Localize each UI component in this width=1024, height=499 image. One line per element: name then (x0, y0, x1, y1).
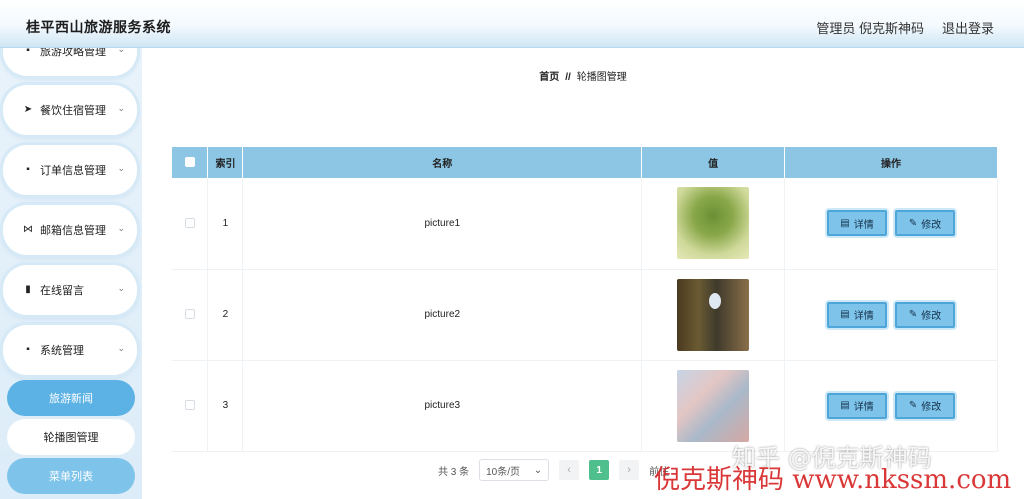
breadcrumb-home[interactable]: 首页 (539, 72, 559, 83)
breadcrumb-current: 轮播图管理 (576, 72, 627, 83)
chevron-right-icon: › (627, 464, 631, 476)
carousel-image-thumbnail[interactable] (677, 187, 750, 260)
sidebar-item-label: 订单信息管理 (40, 165, 106, 177)
row-select-cell (172, 360, 209, 452)
send-icon: ➤ (23, 104, 33, 115)
grid-icon: ▪ (26, 344, 30, 355)
bowtie-icon: ⋈ (23, 224, 33, 235)
sidebar-sub-carousel[interactable]: 轮播图管理 (7, 419, 135, 455)
document-icon: ▤ (840, 309, 850, 320)
sidebar-item-dining-lodging[interactable]: ➤ 餐饮住宿管理 ⌄ (3, 85, 137, 135)
detail-button[interactable]: ▤ 详情 (827, 301, 888, 328)
chevron-down-icon: ⌄ (117, 223, 125, 233)
edit-button-label: 修改 (921, 219, 942, 231)
logout-link[interactable]: 退出登录 (942, 18, 994, 37)
row-value (641, 269, 786, 361)
col-ops: 操作 (784, 147, 998, 178)
row-name: picture3 (242, 360, 643, 452)
grid-icon: ▪ (26, 164, 30, 175)
col-value: 值 (641, 147, 786, 178)
row-checkbox[interactable] (184, 309, 195, 320)
row-name: picture2 (242, 269, 643, 361)
sidebar-item-travel-guide[interactable]: ▪ 旅游攻略管理 ⌄ (3, 48, 137, 76)
row-index: 3 (207, 360, 244, 452)
sidebar-item-label: 旅游攻略管理 (40, 48, 106, 58)
page-number-button[interactable]: 1 (589, 460, 610, 480)
table-header-row: 索引 名称 值 操作 (172, 147, 998, 178)
current-user-label: 管理员 倪克斯神码 (816, 21, 924, 36)
pencil-icon: ✎ (908, 400, 918, 411)
breadcrumb-separator: // (565, 72, 571, 83)
sidebar-item-system[interactable]: ▪ 系统管理 ⌄ (3, 325, 137, 375)
breadcrumb: 首页 // 轮播图管理 (142, 68, 1024, 83)
pencil-icon: ✎ (908, 309, 918, 320)
pagination-total: 共 3 条 (438, 466, 470, 478)
document-icon: ▤ (840, 217, 850, 229)
detail-button-label: 详情 (853, 402, 874, 413)
row-index: 1 (207, 178, 244, 270)
detail-button[interactable]: ▤ 详情 (827, 210, 888, 237)
page-size-value: 10条/页 (486, 466, 521, 478)
edit-button[interactable]: ✎ 修改 (895, 301, 956, 328)
sidebar-sub-travel-news[interactable]: 旅游新闻 (7, 380, 135, 416)
app-title: 桂平西山旅游服务系统 (26, 19, 171, 35)
edit-button[interactable]: ✎ 修改 (895, 392, 956, 419)
row-checkbox[interactable] (184, 218, 195, 229)
sidebar-item-label: 系统管理 (40, 345, 84, 357)
site-watermark: 倪克斯神码 www.nkssm.com (654, 465, 1012, 495)
table-row: 2 picture2 ▤ 详情 ✎ 修改 (172, 269, 998, 361)
chevron-down-icon: ⌄ (117, 163, 125, 173)
chevron-down-icon: ⌄ (533, 464, 543, 476)
clipboard-icon: ▮ (25, 284, 31, 295)
carousel-image-thumbnail[interactable] (677, 278, 750, 351)
document-icon: ▤ (840, 400, 850, 411)
edit-button-label: 修改 (921, 402, 942, 413)
sidebar-item-label: 邮箱信息管理 (40, 225, 106, 237)
header-user-area: 管理员 倪克斯神码 退出登录 (816, 18, 994, 37)
chevron-down-icon: ⌄ (117, 103, 125, 113)
row-index: 2 (207, 269, 244, 361)
sidebar-item-mailbox[interactable]: ⋈ 邮箱信息管理 ⌄ (3, 205, 137, 255)
sidebar-item-orders[interactable]: ▪ 订单信息管理 ⌄ (3, 145, 137, 195)
sidebar-item-messages[interactable]: ▮ 在线留言 ⌄ (3, 265, 137, 315)
row-name: picture1 (242, 178, 643, 270)
select-all-cell (172, 147, 209, 178)
next-page-button[interactable]: › (619, 460, 640, 480)
page-size-select[interactable]: 10条/页 ⌄ (479, 459, 550, 481)
col-index: 索引 (207, 147, 244, 178)
edit-button[interactable]: ✎ 修改 (895, 210, 956, 237)
main-content: 首页//轮播图管理 索引 名称 值 操作 1 picture1 ▤ 详情 ✎ 修改 (142, 48, 1024, 499)
row-select-cell (172, 178, 209, 270)
top-header: 桂平西山旅游服务系统 管理员 倪克斯神码 退出登录 (0, 0, 1024, 48)
chevron-down-icon: ⌄ (117, 343, 125, 353)
chevron-down-icon: ⌄ (117, 283, 125, 293)
detail-button[interactable]: ▤ 详情 (827, 392, 888, 419)
sidebar-item-label: 在线留言 (40, 285, 84, 297)
row-value (641, 178, 786, 270)
pencil-icon: ✎ (908, 217, 918, 229)
sidebar: ▪ 旅游攻略管理 ⌄ ➤ 餐饮住宿管理 ⌄ ▪ 订单信息管理 ⌄ ⋈ 邮箱信息管… (0, 48, 142, 499)
detail-button-label: 详情 (853, 219, 874, 231)
pagination: 共 3 条 10条/页 ⌄ ‹ 1 › 前往 (438, 459, 669, 481)
carousel-image-thumbnail[interactable] (677, 369, 750, 442)
select-all-checkbox[interactable] (184, 157, 195, 168)
col-name: 名称 (242, 147, 643, 178)
row-select-cell (172, 269, 209, 361)
row-ops: ▤ 详情 ✎ 修改 (784, 178, 998, 270)
table-row: 1 picture1 ▤ 详情 ✎ 修改 (172, 178, 998, 270)
detail-button-label: 详情 (853, 311, 874, 322)
edit-button-label: 修改 (921, 311, 942, 322)
grid-icon: ▪ (26, 48, 30, 56)
chevron-down-icon: ⌄ (117, 48, 125, 54)
chevron-left-icon: ‹ (567, 464, 571, 476)
row-checkbox[interactable] (184, 400, 195, 411)
sidebar-sub-menu-list[interactable]: 菜单列表 (7, 458, 135, 494)
prev-page-button[interactable]: ‹ (559, 460, 580, 480)
row-ops: ▤ 详情 ✎ 修改 (784, 269, 998, 361)
carousel-table: 索引 名称 值 操作 1 picture1 ▤ 详情 ✎ 修改 2 picture2 (172, 147, 998, 452)
sidebar-item-label: 餐饮住宿管理 (40, 105, 106, 117)
